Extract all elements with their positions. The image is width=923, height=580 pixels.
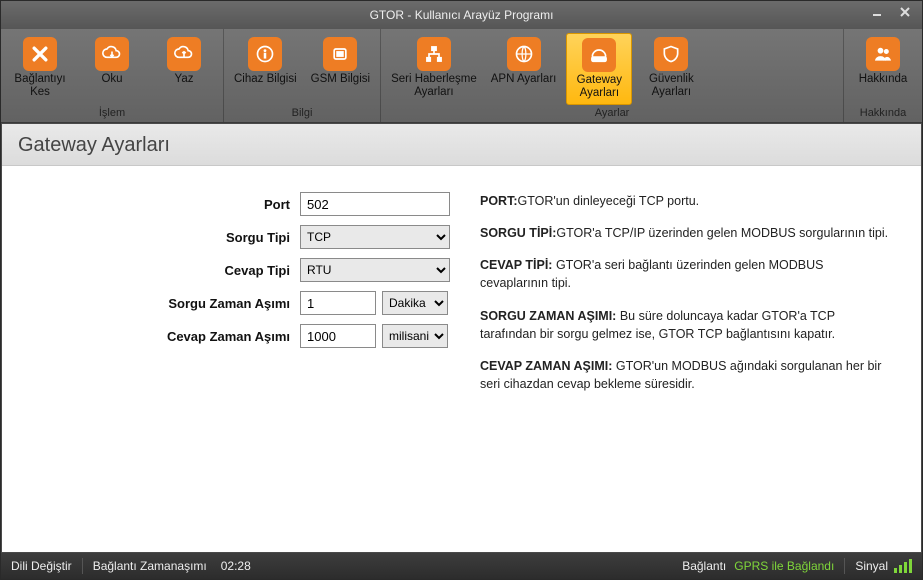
- people-icon: [866, 37, 900, 71]
- port-label: Port: [30, 197, 300, 212]
- connection-label: Bağlantı: [682, 559, 726, 573]
- disconnect-button[interactable]: Bağlantıyı Kes: [7, 33, 73, 105]
- signal-label: Sinyal: [855, 559, 888, 573]
- ribbon-group-label: İşlem: [7, 105, 217, 122]
- connection-timeout-value: 02:28: [221, 559, 251, 573]
- gateway-icon: [582, 38, 616, 72]
- help-port-text: GTOR'un dinleyeceği TCP portu.: [518, 194, 700, 208]
- cloud-upload-icon: [167, 37, 201, 71]
- port-input[interactable]: [300, 192, 450, 216]
- query-timeout-unit-select[interactable]: Dakika: [382, 291, 448, 315]
- serial-settings-button[interactable]: Seri Haberleşme Ayarları: [387, 33, 481, 105]
- close-button[interactable]: [892, 3, 918, 21]
- help-query-timeout-label: SORGU ZAMAN AŞIMI:: [480, 309, 616, 323]
- status-bar: Dili Değiştir Bağlantı Zamanaşımı 02:28 …: [1, 553, 922, 579]
- separator: [82, 558, 83, 574]
- query-type-select[interactable]: TCP: [300, 225, 450, 249]
- help-response-timeout-label: CEVAP ZAMAN AŞIMI:: [480, 359, 612, 373]
- cloud-download-icon: [95, 37, 129, 71]
- ribbon-toolbar: Bağlantıyı Kes Oku Yaz İşlem Cihaz Bilgi…: [1, 29, 922, 123]
- connection-timeout-label: Bağlantı Zamanaşımı: [93, 559, 207, 573]
- title-bar: GTOR - Kullanıcı Arayüz Programı: [1, 1, 922, 29]
- ribbon-group-islem: Bağlantıyı Kes Oku Yaz İşlem: [1, 29, 224, 122]
- close-x-icon: [23, 37, 57, 71]
- help-response-type-label: CEVAP TİPİ:: [480, 258, 552, 272]
- response-timeout-unit-select[interactable]: milisani...: [382, 324, 448, 348]
- query-type-label: Sorgu Tipi: [30, 230, 300, 245]
- signal-bars-icon: [894, 559, 912, 573]
- ribbon-group-label: Bilgi: [230, 105, 374, 122]
- ribbon-group-label: Hakkında: [850, 105, 916, 122]
- app-window: GTOR - Kullanıcı Arayüz Programı Bağlant…: [0, 0, 923, 580]
- form-column: Port Sorgu Tipi TCP Cevap Tipi RTU: [30, 192, 460, 526]
- content-area: Gateway Ayarları Port Sorgu Tipi TCP Cev…: [1, 123, 922, 553]
- info-icon: [248, 37, 282, 71]
- response-type-label: Cevap Tipi: [30, 263, 300, 278]
- response-timeout-input[interactable]: [300, 324, 376, 348]
- device-info-button[interactable]: Cihaz Bilgisi: [230, 33, 301, 105]
- connection-status: GPRS ile Bağlandı: [734, 559, 834, 573]
- page-title: Gateway Ayarları: [2, 124, 921, 166]
- ribbon-group-ayarlar: Seri Haberleşme Ayarları APN Ayarları Ga…: [381, 29, 844, 122]
- change-language-button[interactable]: Dili Değiştir: [11, 559, 72, 573]
- gateway-settings-button[interactable]: Gateway Ayarları: [566, 33, 632, 105]
- network-icon: [417, 37, 451, 71]
- minimize-button[interactable]: [864, 3, 890, 21]
- query-timeout-input[interactable]: [300, 291, 376, 315]
- help-query-type-label: SORGU TİPİ:: [480, 226, 556, 240]
- read-button[interactable]: Oku: [79, 33, 145, 105]
- window-controls: [864, 3, 918, 21]
- sim-card-icon: [323, 37, 357, 71]
- about-button[interactable]: Hakkında: [850, 33, 916, 105]
- query-timeout-label: Sorgu Zaman Aşımı: [30, 296, 300, 311]
- separator: [844, 558, 845, 574]
- ribbon-group-label: Ayarlar: [387, 105, 837, 122]
- page-body: Port Sorgu Tipi TCP Cevap Tipi RTU: [2, 166, 921, 552]
- ribbon-group-hakkinda: Hakkında Hakkında: [844, 29, 922, 122]
- shield-icon: [654, 37, 688, 71]
- globe-icon: [507, 37, 541, 71]
- ribbon-group-bilgi: Cihaz Bilgisi GSM Bilgisi Bilgi: [224, 29, 381, 122]
- security-settings-button[interactable]: Güvenlik Ayarları: [638, 33, 704, 105]
- help-column: PORT:GTOR'un dinleyeceği TCP portu. SORG…: [460, 192, 893, 526]
- window-title: GTOR - Kullanıcı Arayüz Programı: [370, 8, 554, 22]
- response-timeout-label: Cevap Zaman Aşımı: [30, 329, 300, 344]
- response-type-select[interactable]: RTU: [300, 258, 450, 282]
- help-port-label: PORT:: [480, 194, 518, 208]
- apn-settings-button[interactable]: APN Ayarları: [487, 33, 561, 105]
- help-query-type-text: GTOR'a TCP/IP üzerinden gelen MODBUS sor…: [556, 226, 888, 240]
- gsm-info-button[interactable]: GSM Bilgisi: [307, 33, 374, 105]
- write-button[interactable]: Yaz: [151, 33, 217, 105]
